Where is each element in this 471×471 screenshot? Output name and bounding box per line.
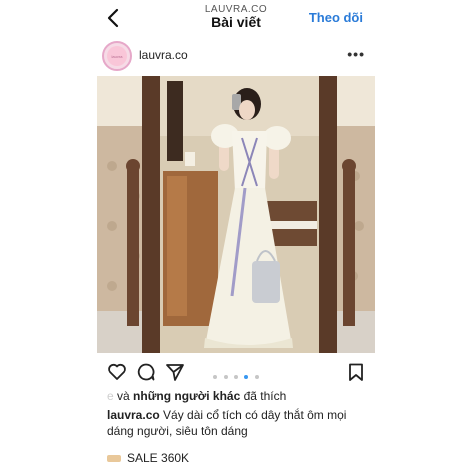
caption-username[interactable]: lauvra.co — [107, 408, 160, 422]
likes-others[interactable]: những người khác — [133, 389, 240, 403]
likes-conjunction: và — [113, 389, 134, 403]
post-image[interactable] — [97, 76, 375, 353]
sale-text: SALE 360K — [127, 451, 190, 465]
avatar-logo-text: lauvra — [111, 54, 123, 59]
avatar-logo: lauvra — [107, 46, 127, 66]
carousel-dot — [234, 374, 238, 379]
post-photo-illustration — [97, 76, 375, 353]
sale-tag-icon — [107, 455, 121, 463]
avatar[interactable]: lauvra — [102, 41, 132, 71]
more-horizontal-icon[interactable]: ••• — [347, 46, 365, 62]
author-username[interactable]: lauvra.co — [139, 48, 188, 62]
post-header: LAUVRA.CO Bài viết Theo dõi — [97, 0, 375, 36]
likes-suffix: đã thích — [240, 389, 287, 403]
post-author-row: lauvra lauvra.co ••• — [97, 38, 375, 74]
post-caption: lauvra.co Váy dài cổ tích có dây thắt ôm… — [107, 407, 367, 439]
carousel-dot — [223, 374, 228, 379]
sale-line: SALE 360K — [107, 451, 189, 465]
carousel-dot — [213, 374, 218, 379]
carousel-indicator — [97, 368, 375, 379]
follow-button[interactable]: Theo dõi — [309, 10, 363, 25]
liker-name: e — [107, 389, 114, 403]
likes-summary[interactable]: e và những người khác đã thích — [107, 389, 286, 403]
carousel-dot — [254, 374, 259, 379]
bookmark-icon[interactable] — [346, 362, 366, 382]
carousel-dot-active — [244, 374, 249, 379]
